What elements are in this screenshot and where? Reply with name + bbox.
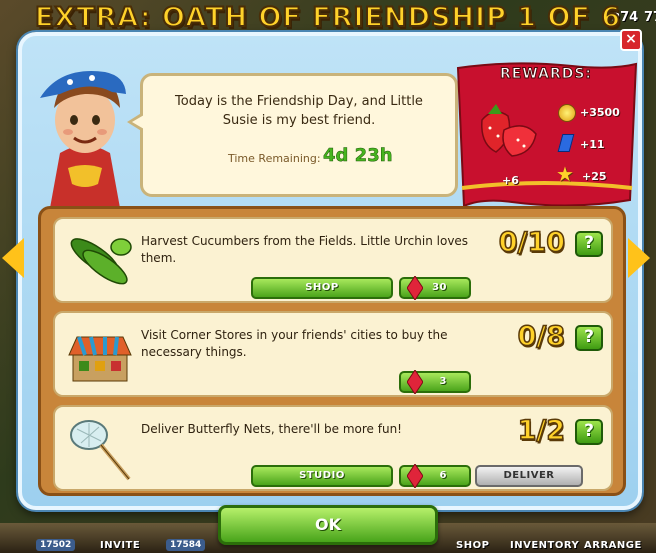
quest-item: Visit Corner Stores in your friends' cit…	[53, 311, 613, 397]
rewards-title: REWARDS:	[499, 66, 593, 83]
studio-button[interactable]: STUDIO	[251, 465, 393, 487]
bottom-counter-1: 17502	[36, 539, 76, 551]
bottom-counter-2: 17584	[166, 539, 206, 551]
strawberry-icon	[481, 104, 537, 157]
deliver-button[interactable]: DELIVER	[475, 465, 583, 487]
quest-description: Visit Corner Stores in your friends' cit…	[141, 328, 448, 359]
previous-quest-arrow[interactable]	[2, 238, 24, 278]
rewards-panel: REWARDS: +3500 +11 ★ +25 +6	[452, 60, 640, 210]
arrange-toolbar-button[interactable]: ARRANGE	[584, 540, 642, 551]
corner-store-icon	[68, 336, 132, 382]
dialog-title: EXTRA: OATH OF FRIENDSHIP 1 OF 6	[34, 1, 622, 34]
quest-item: Harvest Cucumbers from the Fields. Littl…	[53, 217, 613, 303]
star-icon: ★	[556, 162, 574, 186]
speech-bubble: Today is the Friendship Day, and Little …	[127, 73, 458, 197]
skip-cost-button[interactable]: 30	[399, 276, 471, 300]
character-avatar	[40, 71, 126, 208]
quest-description: Harvest Cucumbers from the Fields. Littl…	[141, 234, 469, 265]
quest-list: Harvest Cucumbers from the Fields. Littl…	[38, 206, 626, 496]
ruby-icon	[407, 276, 423, 300]
reward-coins: +3500	[580, 106, 620, 119]
cucumber-icon	[70, 238, 132, 285]
reward-strawberries: +6	[502, 174, 519, 187]
skip-cost: 6	[439, 470, 447, 481]
reward-stars: +25	[582, 170, 607, 183]
bubble-text: Today is the Friendship Day, and Little …	[175, 94, 423, 128]
quest-help-button[interactable]: ?	[575, 231, 603, 257]
butterfly-net-icon	[70, 420, 131, 481]
time-remaining-label: Time Remaining:	[228, 152, 321, 165]
coin-icon	[558, 104, 576, 122]
quest-progress: 0/10	[498, 226, 566, 259]
skip-cost-button[interactable]: 3	[399, 370, 471, 394]
quest-item: Deliver Butterfly Nets, there'll be more…	[53, 405, 613, 491]
shop-button[interactable]: SHOP	[251, 277, 393, 299]
close-button[interactable]: ×	[620, 29, 642, 51]
ruby-icon	[407, 370, 423, 394]
skip-cost: 30	[432, 282, 447, 293]
invite-button[interactable]: INVITE	[100, 540, 140, 551]
next-quest-arrow[interactable]	[628, 238, 650, 278]
ok-button[interactable]: OK	[218, 505, 438, 545]
quest-help-button[interactable]: ?	[575, 325, 603, 351]
time-remaining-value: 4d 23h	[323, 145, 393, 167]
ruby-icon	[407, 464, 423, 488]
quest-help-button[interactable]: ?	[575, 419, 603, 445]
quest-progress: 1/2	[517, 414, 566, 447]
shop-toolbar-button[interactable]: SHOP	[456, 540, 489, 551]
skip-cost-button[interactable]: 6	[399, 464, 471, 488]
reward-crystals: +11	[580, 138, 605, 151]
quest-progress: 0/8	[517, 320, 566, 353]
quest-description: Deliver Butterfly Nets, there'll be more…	[141, 422, 402, 436]
inventory-toolbar-button[interactable]: INVENTORY	[510, 540, 579, 551]
skip-cost: 3	[439, 376, 447, 387]
